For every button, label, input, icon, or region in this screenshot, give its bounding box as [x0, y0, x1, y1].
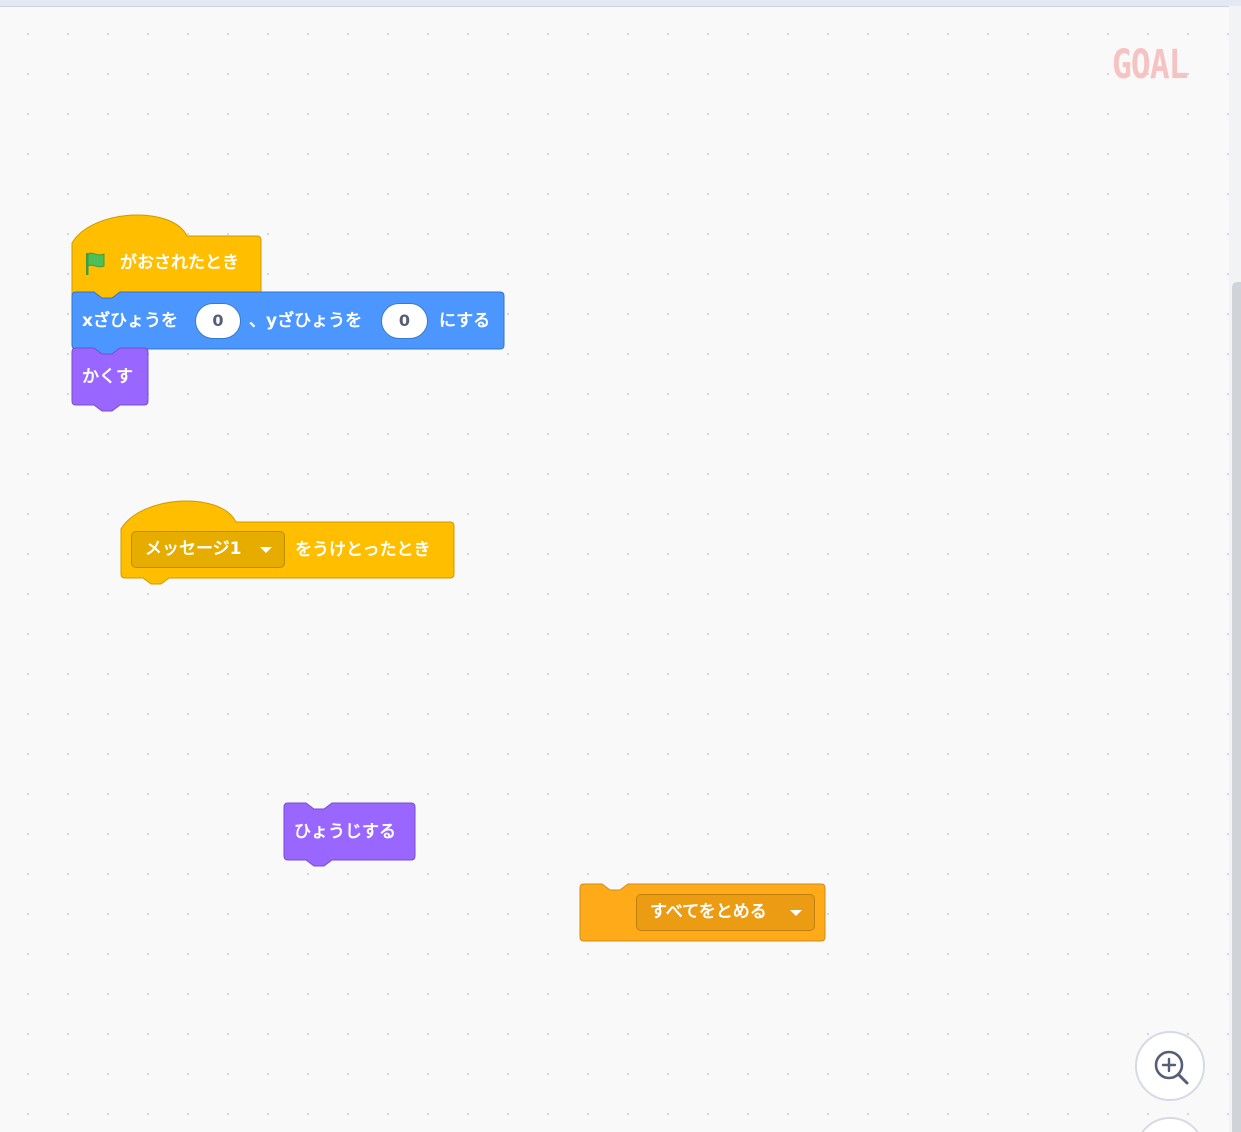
zoom-in-button[interactable]	[1135, 1031, 1205, 1101]
when-i-receive-label: をうけとったとき	[295, 540, 431, 560]
chevron-down-icon	[260, 547, 272, 553]
x-value-input[interactable]: 0	[195, 303, 241, 339]
workspace-top-border	[0, 0, 1241, 7]
hide-label: かくす	[82, 367, 133, 387]
green-flag-icon	[86, 252, 105, 275]
vertical-scrollbar[interactable]	[1232, 282, 1241, 1132]
chevron-down-icon	[790, 910, 802, 916]
go-to-y-label: 、yざひょうを	[249, 311, 363, 331]
show-label: ひょうじする	[294, 822, 396, 842]
message-dropdown-value: メッセージ1	[145, 539, 242, 559]
goal-label: GOAL	[1112, 42, 1189, 88]
y-value-input[interactable]: 0	[381, 303, 428, 339]
stop-option-dropdown[interactable]: すべてをとめる	[636, 894, 815, 931]
go-to-end-label: にする	[439, 311, 491, 331]
zoom-out-button[interactable]	[1135, 1117, 1205, 1132]
stop-option-value: すべてをとめる	[650, 902, 767, 922]
message-dropdown[interactable]: メッセージ1	[131, 531, 285, 568]
zoom-in-icon	[1154, 1050, 1189, 1085]
code-workspace[interactable]: GOAL がおされたとき xざひょうを 0 、yざひょうを 0 にする かくす …	[0, 0, 1241, 1132]
go-to-x-label: xざひょうを	[82, 311, 178, 331]
when-flag-clicked-label: がおされたとき	[120, 253, 239, 273]
